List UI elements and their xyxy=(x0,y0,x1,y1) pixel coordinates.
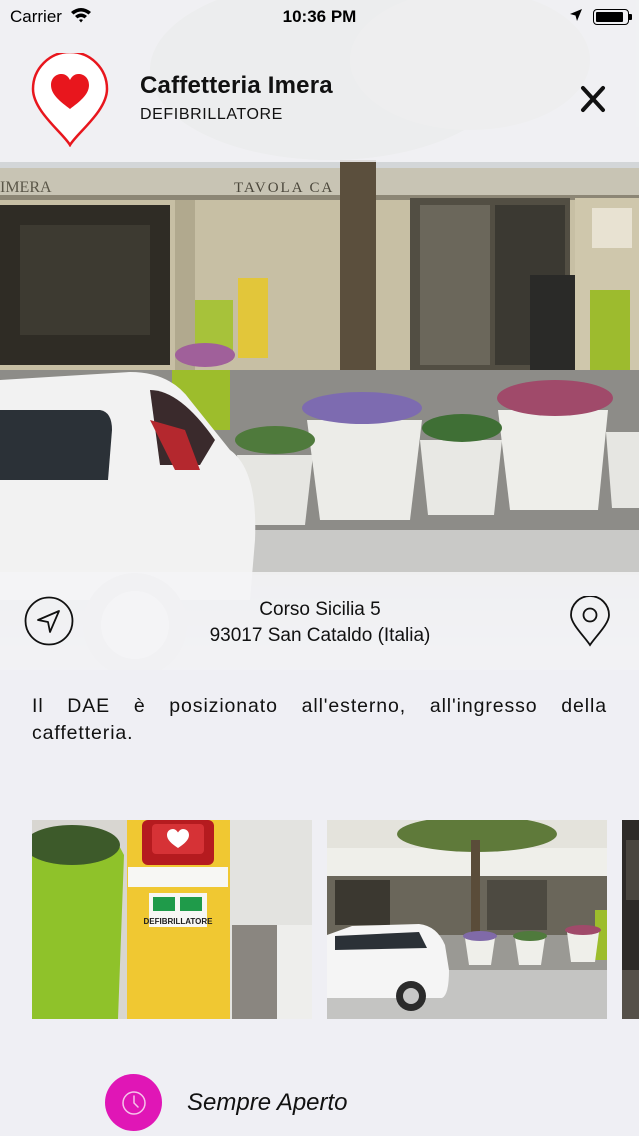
carrier-label: Carrier xyxy=(10,7,62,26)
address-bar: Corso Sicilia 5 93017 San Cataldo (Itali… xyxy=(0,572,639,670)
opening-hours: Sempre Aperto xyxy=(105,1074,348,1131)
clock-time: 10:36 PM xyxy=(282,7,357,26)
address: Corso Sicilia 5 93017 San Cataldo (Itali… xyxy=(120,597,520,649)
clock-badge xyxy=(105,1074,162,1131)
description-text: Il DAE è posizionato all'esterno, all'in… xyxy=(32,695,607,744)
cafe-storefront-photo[interactable] xyxy=(327,820,607,1019)
page-subtitle: DEFIBRILLATORE xyxy=(140,106,283,123)
shop-sign: TAVOLA CA xyxy=(234,180,334,196)
battery-icon xyxy=(592,9,632,25)
wifi-icon xyxy=(70,7,92,28)
address-line-street: Corso Sicilia 5 xyxy=(259,599,381,620)
close-icon xyxy=(581,86,605,112)
defibrillator-cabinet-photo[interactable]: DEFIBRILLATORE xyxy=(32,820,312,1019)
page-title: Caffetteria Imera xyxy=(140,72,333,99)
additional-photo[interactable] xyxy=(622,820,639,1019)
hours-label: Sempre Aperto xyxy=(187,1088,348,1116)
heart-pin-icon xyxy=(31,53,109,147)
address-line-city: 93017 San Cataldo (Italia) xyxy=(209,625,431,646)
clock-icon xyxy=(121,1090,146,1115)
photo-gallery[interactable]: DEFIBRILLATORE xyxy=(32,820,639,1019)
open-map-button[interactable] xyxy=(568,595,612,648)
close-button[interactable] xyxy=(574,80,612,118)
status-bar: Carrier 10:36 PM xyxy=(0,0,639,34)
navigation-arrow-icon xyxy=(24,596,74,646)
map-pin-icon xyxy=(570,595,610,647)
left-sign: IMERA xyxy=(0,179,52,196)
navigate-button[interactable] xyxy=(24,596,74,646)
cabinet-label: DEFIBRILLATORE xyxy=(143,917,213,926)
location-arrow-icon xyxy=(569,7,583,27)
